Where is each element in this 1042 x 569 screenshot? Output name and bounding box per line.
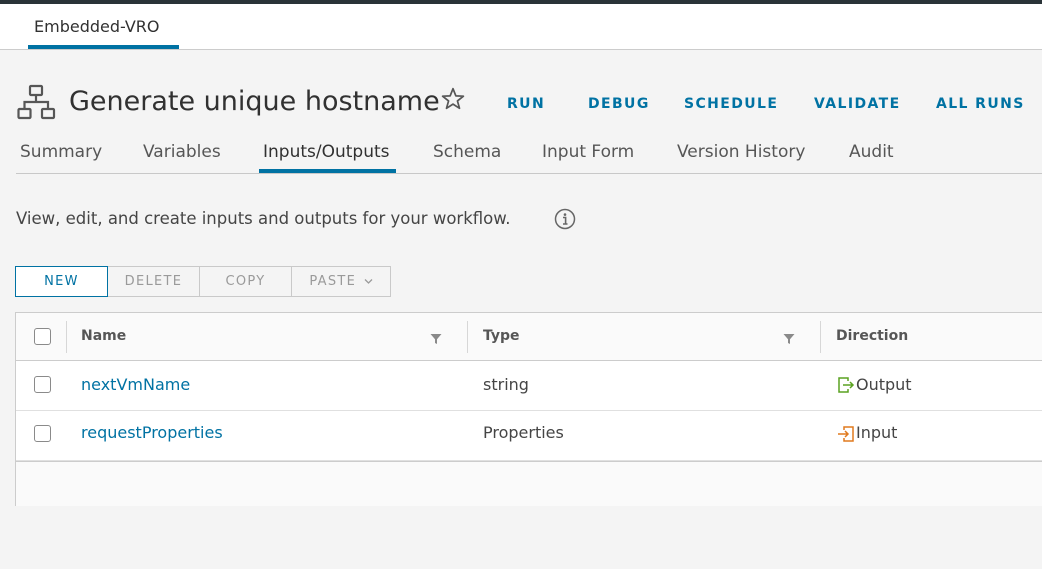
tab-input-form[interactable]: Input Form	[542, 142, 634, 162]
tab-variables[interactable]: Variables	[143, 142, 221, 162]
row-direction: Input	[856, 423, 898, 442]
top-tab-embedded-vro[interactable]: Embedded-VRO	[34, 17, 160, 36]
tab-audit[interactable]: Audit	[849, 142, 894, 162]
row-name-link[interactable]: nextVmName	[81, 375, 190, 394]
favorite-star-icon[interactable]	[440, 86, 466, 112]
info-icon[interactable]	[554, 208, 576, 230]
chevron-down-icon	[364, 279, 373, 284]
active-tab-indicator	[259, 169, 396, 173]
schedule-button[interactable]: SCHEDULE	[684, 96, 778, 112]
tab-version-history[interactable]: Version History	[677, 142, 805, 162]
row-checkbox[interactable]	[34, 376, 51, 393]
page-title: Generate unique hostname	[69, 86, 440, 117]
all-runs-button[interactable]: ALL RUNS	[936, 96, 1025, 112]
row-type: string	[483, 375, 529, 394]
top-tab-strip: Embedded-VRO	[0, 4, 1042, 50]
debug-button[interactable]: DEBUG	[588, 96, 650, 112]
column-header-direction[interactable]: Direction	[836, 328, 908, 344]
row-checkbox[interactable]	[34, 425, 51, 442]
column-separator	[467, 321, 468, 353]
row-name-link[interactable]: requestProperties	[81, 423, 223, 442]
paste-label: PASTE	[309, 274, 357, 289]
type-filter-icon[interactable]	[783, 333, 795, 345]
name-filter-icon[interactable]	[430, 333, 442, 345]
inputs-outputs-table: Name Type Direction nextVmName string Ou…	[15, 312, 1042, 506]
new-button[interactable]: NEW	[15, 266, 108, 297]
column-separator	[66, 321, 67, 353]
output-icon	[838, 377, 855, 393]
column-header-type[interactable]: Type	[483, 328, 520, 344]
tab-summary[interactable]: Summary	[20, 142, 102, 162]
table-row[interactable]: nextVmName string Output	[16, 361, 1042, 411]
run-button[interactable]: RUN	[507, 96, 545, 112]
tab-schema[interactable]: Schema	[433, 142, 501, 162]
page-description: View, edit, and create inputs and output…	[16, 209, 511, 228]
tab-inputs-outputs[interactable]: Inputs/Outputs	[263, 142, 390, 162]
table-header: Name Type Direction	[16, 313, 1042, 361]
row-type: Properties	[483, 423, 564, 442]
workflow-icon	[17, 84, 56, 120]
workflow-tabs: Summary Variables Inputs/Outputs Schema …	[16, 142, 1042, 174]
table-footer	[16, 461, 1042, 506]
column-header-name[interactable]: Name	[81, 328, 126, 344]
top-tab-active-indicator	[28, 45, 179, 49]
validate-button[interactable]: VALIDATE	[814, 96, 901, 112]
select-all-checkbox[interactable]	[34, 328, 51, 345]
table-row[interactable]: requestProperties Properties Input	[16, 411, 1042, 461]
delete-button[interactable]: DELETE	[107, 266, 200, 297]
paste-button[interactable]: PASTE	[291, 266, 391, 297]
copy-button[interactable]: COPY	[199, 266, 292, 297]
row-direction: Output	[856, 375, 912, 394]
column-separator	[820, 321, 821, 353]
input-icon	[838, 426, 854, 442]
